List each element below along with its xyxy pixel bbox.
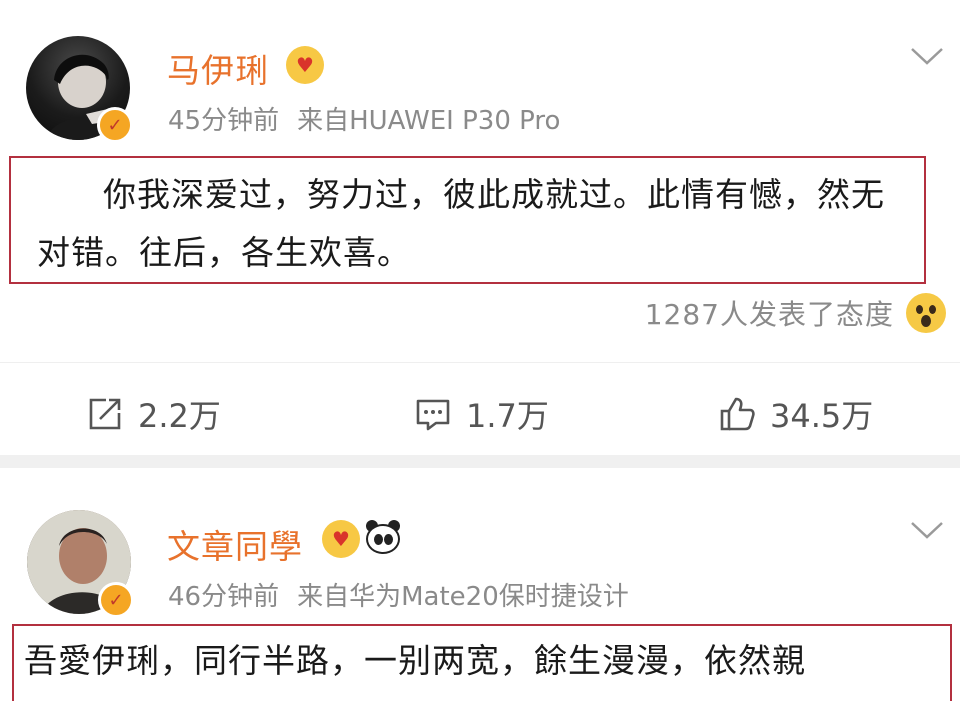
surprised-emoji-icon xyxy=(906,293,946,333)
post-meta: 46分钟前 来自华为Mate20保时捷设计 xyxy=(168,576,629,613)
comment-button[interactable]: 1.7万 xyxy=(414,391,549,437)
vip-heart-icon: ♥ xyxy=(286,46,324,84)
post-divider xyxy=(0,455,960,468)
verified-badge-icon: ✓ xyxy=(97,107,133,143)
post-time: 45分钟前 xyxy=(168,106,280,136)
like-count: 34.5万 xyxy=(770,397,874,435)
like-icon xyxy=(720,397,755,431)
panda-emoji-icon xyxy=(364,520,402,558)
verified-badge-icon: ✓ xyxy=(98,582,134,618)
weibo-post-2: ✓ 文章同學 ♥ 46分钟前 来自华为Mate20保时捷设计 吾愛伊琍，同行半路，… xyxy=(0,468,960,701)
post-content: 你我深爱过，努力过，彼此成就过。此情有憾，然无对错。往后，各生欢喜。 xyxy=(9,156,926,284)
share-count: 2.2万 xyxy=(138,397,221,435)
chevron-down-icon[interactable] xyxy=(910,46,944,66)
post-source[interactable]: 来自HUAWEI P30 Pro xyxy=(297,106,560,136)
weibo-post-1: ✓ 马伊琍 ♥ 45分钟前 来自HUAWEI P30 Pro 你我深爱过，努力过，… xyxy=(0,0,960,455)
post-meta: 45分钟前 来自HUAWEI P30 Pro xyxy=(168,100,560,137)
comment-icon xyxy=(416,399,450,431)
username[interactable]: 文章同學 xyxy=(167,520,303,568)
post-content: 吾愛伊琍，同行半路，一别两宽，餘生漫漫，依然親 xyxy=(12,624,952,701)
vip-heart-icon: ♥ xyxy=(322,520,360,558)
share-icon xyxy=(89,398,121,430)
chevron-down-icon[interactable] xyxy=(910,520,944,540)
post-time: 46分钟前 xyxy=(168,582,280,612)
action-bar: 2.2万 1.7万 34.5万 xyxy=(0,362,960,454)
comment-count: 1.7万 xyxy=(466,397,549,435)
like-button[interactable]: 34.5万 xyxy=(718,391,873,437)
username[interactable]: 马伊琍 xyxy=(167,44,269,92)
reaction-count: 1287人发表了态度 xyxy=(644,298,894,331)
reaction-summary[interactable]: 1287人发表了态度 xyxy=(645,293,946,333)
share-button[interactable]: 2.2万 xyxy=(86,391,221,437)
post-source[interactable]: 来自华为Mate20保时捷设计 xyxy=(297,582,629,612)
